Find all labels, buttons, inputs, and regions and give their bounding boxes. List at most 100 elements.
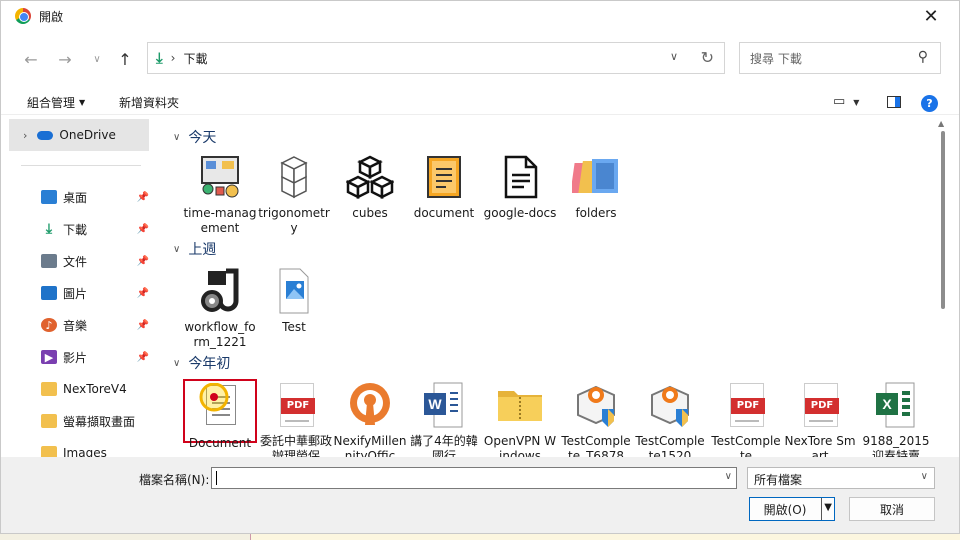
file-item[interactable]: google-docs: [483, 153, 557, 221]
sidebar-item-music[interactable]: ♪ 音樂 📌: [41, 311, 149, 339]
sidebar-item-label: 螢幕擷取畫面: [63, 414, 136, 429]
sidebar-item-downloads[interactable]: ⤓ 下載 📌: [41, 215, 149, 243]
new-folder-button[interactable]: 新增資料夾: [119, 94, 179, 111]
recent-locations-chevron-icon[interactable]: ∨: [85, 47, 109, 71]
file-item[interactable]: cubes: [333, 153, 407, 221]
open-button[interactable]: 開啟(O) ▼: [749, 497, 835, 521]
file-name: Document: [188, 436, 252, 450]
file-item[interactable]: OpenVPN Windows: [483, 381, 557, 457]
address-dropdown-icon[interactable]: ∨: [670, 50, 678, 63]
filetype-select[interactable]: 所有檔案 ∨: [747, 467, 935, 489]
sidebar-item-pictures[interactable]: 圖片 📌: [41, 279, 149, 307]
pin-icon[interactable]: 📌: [137, 352, 149, 363]
group-header-last-week[interactable]: ∨ 上週: [173, 239, 216, 259]
file-item[interactable]: workflow_form_1221: [183, 267, 257, 350]
address-bar[interactable]: ⤓ › 下載 ∨ ↻: [147, 42, 725, 74]
title-bar: 開啟 ✕: [1, 1, 959, 31]
file-list-scrollbar[interactable]: [941, 131, 945, 309]
file-name: trigonometry: [258, 206, 330, 235]
scroll-up-icon[interactable]: ▲: [938, 119, 944, 128]
file-item[interactable]: PDF TestComplete: [709, 381, 783, 457]
file-name: document: [413, 206, 475, 220]
breadcrumb-downloads[interactable]: 下載: [183, 50, 207, 67]
file-item[interactable]: W 講了4年的韓國行: [407, 381, 481, 457]
zip-folder-icon: [496, 381, 544, 429]
file-item[interactable]: TestComplete_T6878: [559, 381, 633, 457]
pin-icon[interactable]: 📌: [137, 192, 149, 203]
command-bar: 組合管理 ▼ 新增資料夾 ▭ ▼ ?: [1, 87, 959, 115]
sidebar-item-desktop[interactable]: 桌面 📌: [41, 183, 149, 211]
filetype-value: 所有檔案: [754, 473, 803, 487]
file-item[interactable]: X 9188_2015迎春特賣: [859, 381, 933, 457]
sidebar-item-documents[interactable]: 文件 📌: [41, 247, 149, 275]
testcomplete-icon: [646, 381, 694, 429]
file-name: 講了4年的韓國行: [410, 434, 478, 457]
file-item[interactable]: time-management: [183, 153, 257, 236]
search-box[interactable]: 搜尋 下載 ⚲: [739, 42, 941, 74]
chevron-right-icon[interactable]: ›: [23, 129, 27, 142]
file-name: 9188_2015迎春特賣: [862, 434, 930, 457]
file-item[interactable]: PDF 委託中華郵政辦理勞保: [259, 381, 333, 457]
file-item[interactable]: folders: [559, 153, 633, 221]
google-docs-icon: [496, 153, 544, 201]
background-window-content: [250, 534, 960, 540]
pin-icon[interactable]: 📌: [137, 288, 149, 299]
file-item[interactable]: NexifyMillennityOffic: [333, 381, 407, 457]
filename-input[interactable]: ∨: [211, 467, 737, 489]
openvpn-icon: [346, 381, 394, 429]
document-file-icon: [196, 383, 244, 431]
close-button[interactable]: ✕: [911, 3, 951, 29]
open-dropdown-icon[interactable]: ▼: [824, 502, 832, 513]
forward-arrow-icon[interactable]: →: [53, 47, 77, 71]
file-name: cubes: [352, 206, 388, 220]
chevron-down-icon[interactable]: ∨: [173, 132, 180, 143]
preview-pane-icon[interactable]: [887, 96, 901, 108]
sidebar-item-nextorev4[interactable]: NexToreV4: [41, 375, 149, 403]
file-item[interactable]: PDF NexTore Smart: [783, 381, 857, 457]
file-item[interactable]: Test: [257, 267, 331, 335]
pdf-icon: PDF: [796, 381, 844, 429]
folder-icon: [41, 414, 57, 428]
view-options-icon[interactable]: ▭ ▼: [833, 94, 859, 109]
group-header-earlier-this-year[interactable]: ∨ 今年初: [173, 353, 230, 373]
file-name: TestComplete_T6878: [561, 434, 631, 457]
sidebar-item-videos[interactable]: ▶ 影片 📌: [41, 343, 149, 371]
search-input[interactable]: 搜尋 下載: [750, 50, 802, 67]
organize-button[interactable]: 組合管理 ▼: [27, 94, 85, 111]
group-header-label: 今天: [188, 130, 217, 146]
sidebar-item-images[interactable]: Images: [41, 439, 149, 457]
chevron-down-icon[interactable]: ∨: [173, 358, 180, 369]
image-file-icon: [270, 267, 318, 315]
file-item[interactable]: document: [407, 153, 481, 221]
file-name: NexifyMillennityOffic: [333, 434, 407, 457]
sidebar-item-label: 桌面: [63, 190, 88, 205]
help-icon[interactable]: ?: [921, 95, 938, 112]
cancel-button[interactable]: 取消: [849, 497, 935, 521]
pin-icon[interactable]: 📌: [137, 256, 149, 267]
group-header-today[interactable]: ∨ 今天: [173, 127, 216, 147]
svg-text:X: X: [882, 396, 892, 412]
pin-icon[interactable]: 📌: [137, 320, 149, 331]
cube-grid-icon: [270, 153, 318, 201]
chevron-down-icon[interactable]: ∨: [173, 244, 180, 255]
sidebar-item-onedrive[interactable]: › OneDrive: [9, 119, 149, 151]
pdf-icon: PDF: [272, 381, 320, 429]
documents-icon: [41, 254, 57, 268]
sidebar-item-screenshots[interactable]: 螢幕擷取畫面: [41, 407, 149, 435]
chevron-down-icon[interactable]: ∨: [921, 471, 928, 482]
music-icon: ♪: [41, 318, 57, 332]
pin-icon[interactable]: 📌: [137, 224, 149, 235]
file-name: Test: [282, 320, 306, 334]
file-item[interactable]: trigonometry: [257, 153, 331, 236]
file-item-selected[interactable]: Document: [183, 379, 257, 450]
pdf-icon: PDF: [722, 381, 770, 429]
refresh-icon[interactable]: ↻: [701, 48, 714, 67]
back-arrow-icon[interactable]: ←: [19, 47, 43, 71]
filename-label: 檔案名稱(N):: [139, 473, 210, 487]
up-arrow-icon[interactable]: ↑: [113, 47, 137, 71]
chevron-down-icon[interactable]: ∨: [725, 471, 732, 482]
text-cursor: [216, 471, 217, 485]
file-item[interactable]: TestComplete1520: [633, 381, 707, 457]
svg-text:W: W: [428, 396, 442, 412]
sidebar-item-label: 音樂: [63, 318, 88, 333]
